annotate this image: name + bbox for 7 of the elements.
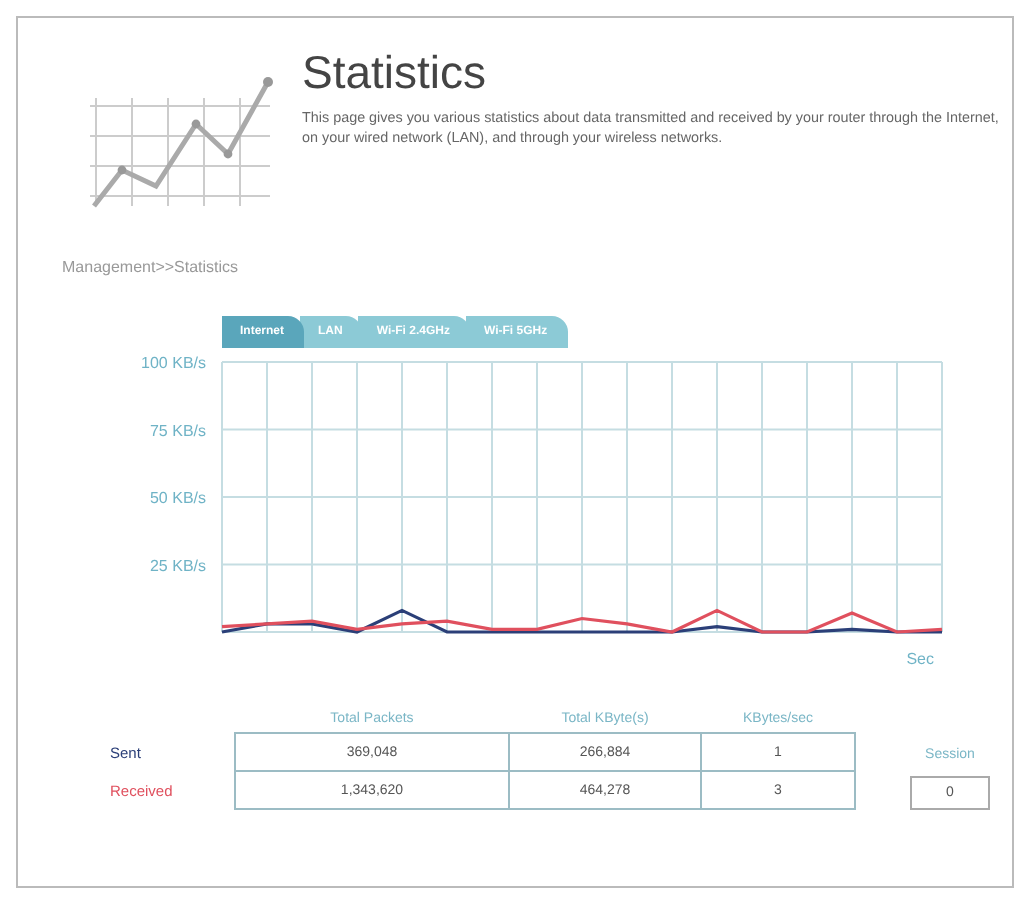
axis-tick-label: 100 KB/s [141, 354, 206, 372]
axis-label: Sec [906, 650, 934, 668]
breadcrumb: Management>>Statistics [62, 258, 241, 276]
axis-tick-label: 50 KB/s [149, 489, 206, 507]
page-title: Statistics [302, 46, 489, 100]
axis-tick-label: 25 KB/s [149, 556, 206, 575]
axis-tick-label: 75 KB/s [149, 421, 206, 440]
